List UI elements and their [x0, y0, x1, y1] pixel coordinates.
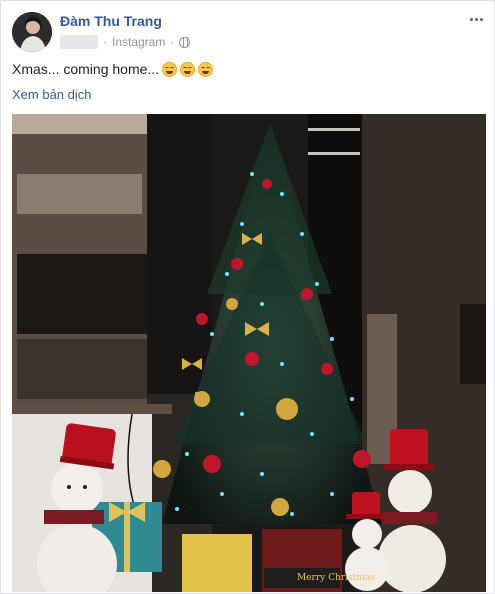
post-meta: · Instagram ·: [60, 34, 191, 50]
feed-post: Đàm Thu Trang · Instagram · Xmas... comi…: [0, 0, 495, 594]
grinning-squinting-face-icon: [198, 61, 214, 77]
globe-icon[interactable]: [179, 36, 191, 48]
author-name[interactable]: Đàm Thu Trang: [60, 13, 162, 29]
post-photo[interactable]: Merry Christmas: [12, 114, 486, 592]
see-translation-link[interactable]: Xem bản dịch: [12, 87, 92, 102]
more-options-icon[interactable]: [466, 9, 486, 29]
post-message: Xmas... coming home...: [12, 61, 214, 77]
meta-separator: ·: [103, 35, 107, 49]
grinning-squinting-face-icon: [180, 61, 196, 77]
post-source: Instagram: [112, 35, 166, 49]
timestamp-redacted[interactable]: [60, 35, 98, 49]
grinning-squinting-face-icon: [162, 61, 178, 77]
merry-christmas-sign: Merry Christmas: [297, 573, 375, 583]
avatar[interactable]: [12, 12, 52, 52]
post-message-text: Xmas... coming home...: [12, 61, 160, 77]
avatar-photo: [12, 12, 52, 52]
meta-separator: ·: [170, 35, 175, 49]
